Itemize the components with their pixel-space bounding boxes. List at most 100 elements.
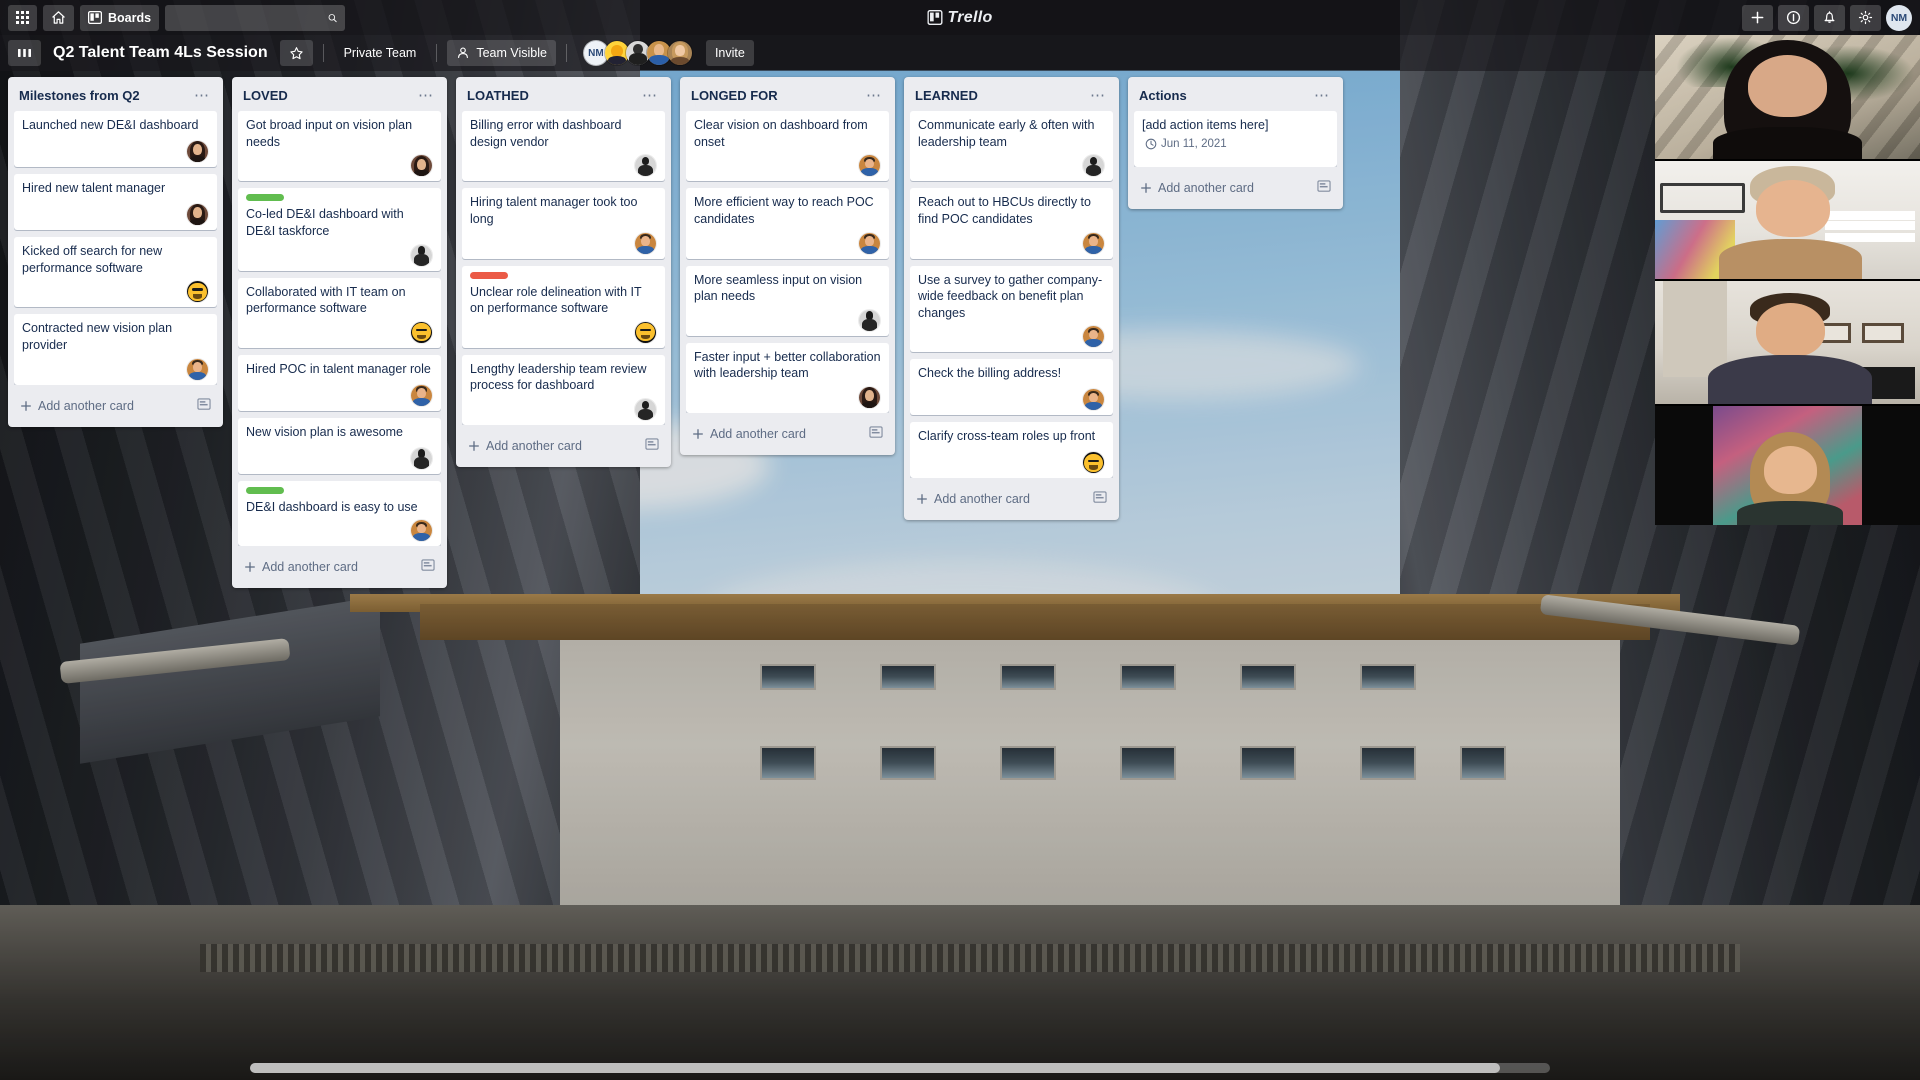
add-another-card-button[interactable]: Add another card (686, 419, 889, 449)
card[interactable]: More efficient way to reach POC candidat… (686, 188, 889, 259)
card-member-avatar[interactable] (858, 231, 881, 255)
star-board-button[interactable] (279, 40, 313, 66)
list-title[interactable]: Actions (1139, 88, 1312, 103)
list-menu-icon[interactable]: ⋯ (416, 88, 436, 103)
card-member-avatar[interactable] (410, 446, 433, 470)
card-member-avatar[interactable] (858, 308, 881, 332)
notifications-button[interactable] (1814, 4, 1845, 31)
card[interactable]: Unclear role delineation with IT on perf… (462, 265, 665, 348)
card-member-avatar[interactable] (634, 154, 657, 178)
card[interactable]: Faster input + better collaboration with… (686, 342, 889, 413)
invite-button[interactable]: Invite (705, 40, 754, 66)
card-footer (918, 384, 1105, 412)
card-member-avatar[interactable] (186, 280, 209, 304)
team-name-label[interactable]: Private Team (334, 46, 427, 60)
card-member-avatar[interactable] (634, 231, 657, 255)
card-template-button[interactable] (421, 559, 435, 575)
card-member-avatar[interactable] (410, 154, 433, 178)
list-menu-icon[interactable]: ⋯ (192, 88, 212, 103)
card[interactable]: Hiring talent manager took too long (462, 188, 665, 259)
video-tile-participant-1[interactable] (1655, 35, 1920, 160)
list-menu-icon[interactable]: ⋯ (1088, 88, 1108, 103)
add-another-card-button[interactable]: Add another card (910, 484, 1113, 514)
card-member-avatar[interactable] (410, 519, 433, 543)
card[interactable]: Lengthy leadership team review process f… (462, 354, 665, 425)
card[interactable]: Contracted new vision plan provider (14, 314, 217, 385)
card-footer (1142, 159, 1329, 163)
card[interactable]: Reach out to HBCUs directly to find POC … (910, 188, 1113, 259)
card[interactable]: Launched new DE&I dashboard (14, 111, 217, 167)
card-member-avatar[interactable] (1082, 451, 1105, 475)
card-member-avatar[interactable] (1082, 231, 1105, 255)
card[interactable]: More seamless input on vision plan needs (686, 265, 889, 336)
card-member-avatar[interactable] (634, 320, 657, 344)
card-member-avatar[interactable] (1082, 154, 1105, 178)
add-another-card-button[interactable]: Add another card (14, 391, 217, 421)
settings-button[interactable] (1850, 4, 1881, 31)
list-title[interactable]: Milestones from Q2 (19, 88, 192, 103)
add-another-card-button[interactable]: Add another card (462, 431, 665, 461)
card[interactable]: Check the billing address! (910, 359, 1113, 416)
card-template-button[interactable] (645, 438, 659, 454)
list-title[interactable]: LOVED (243, 88, 416, 103)
card-member-avatar[interactable] (1082, 388, 1105, 412)
member-avatar[interactable] (666, 40, 693, 66)
info-button[interactable] (1778, 4, 1809, 31)
card-template-button[interactable] (1317, 180, 1331, 196)
video-tile-participant-3[interactable] (1655, 281, 1920, 404)
card-member-avatar[interactable] (410, 383, 433, 407)
add-another-card-button[interactable]: Add another card (1134, 173, 1337, 203)
card[interactable]: Collaborated with IT team on performance… (238, 277, 441, 348)
card[interactable]: Got broad input on vision plan needs (238, 111, 441, 182)
list-menu-icon[interactable]: ⋯ (640, 88, 660, 103)
template-card-icon (197, 397, 211, 410)
card-member-avatar[interactable] (1082, 325, 1105, 349)
scrollbar-thumb[interactable] (250, 1063, 1500, 1073)
card-member-avatar[interactable] (410, 243, 433, 267)
add-another-card-button[interactable]: Add another card (238, 552, 441, 582)
card-member-avatar[interactable] (858, 386, 881, 409)
list-menu-icon[interactable]: ⋯ (1312, 88, 1332, 103)
card[interactable]: New vision plan is awesome (238, 417, 441, 474)
card[interactable]: Clarify cross-team roles up front (910, 422, 1113, 479)
card-template-button[interactable] (1093, 491, 1107, 507)
card[interactable]: Clear vision on dashboard from onset (686, 111, 889, 182)
card[interactable]: Billing error with dashboard design vend… (462, 111, 665, 182)
user-avatar[interactable]: NM (1886, 4, 1912, 31)
search-box[interactable] (165, 4, 346, 31)
card-member-avatar[interactable] (186, 203, 209, 226)
card-member-avatar[interactable] (186, 357, 209, 381)
home-button[interactable] (43, 4, 74, 31)
card-footer (918, 228, 1105, 255)
card[interactable]: DE&I dashboard is easy to use (238, 480, 441, 547)
card-member-avatar[interactable] (858, 154, 881, 178)
card-member-avatar[interactable] (634, 398, 657, 421)
card[interactable]: Kicked off search for new performance so… (14, 237, 217, 308)
list-menu-icon[interactable]: ⋯ (864, 88, 884, 103)
search-input[interactable] (173, 10, 329, 25)
card-template-button[interactable] (869, 426, 883, 442)
card-template-button[interactable] (197, 397, 211, 414)
video-tile-participant-4[interactable] (1655, 405, 1920, 525)
boards-button[interactable]: Boards (80, 4, 160, 31)
plus-icon (469, 441, 479, 451)
board-switcher-button[interactable] (8, 40, 41, 66)
trello-logo[interactable]: Trello (927, 9, 992, 27)
video-tile-participant-2[interactable] (1655, 161, 1920, 279)
list-title[interactable]: LOATHED (467, 88, 640, 103)
card-member-avatar[interactable] (410, 320, 433, 344)
card[interactable]: Communicate early & often with leadershi… (910, 111, 1113, 182)
apps-grid-button[interactable] (8, 4, 37, 31)
card-member-avatar[interactable] (186, 140, 209, 163)
card[interactable]: Hired new talent manager (14, 174, 217, 230)
card[interactable]: Use a survey to gather company-wide feed… (910, 265, 1113, 353)
card[interactable]: [add action items here] Jun 11, 2021 (1134, 111, 1337, 167)
card[interactable]: Hired POC in talent manager role (238, 354, 441, 411)
horizontal-scrollbar[interactable] (0, 1056, 1920, 1080)
list-title[interactable]: LONGED FOR (691, 88, 864, 103)
add-button[interactable] (1742, 4, 1773, 31)
due-date-badge[interactable]: Jun 11, 2021 (1142, 137, 1230, 151)
list-title[interactable]: LEARNED (915, 88, 1088, 103)
visibility-button[interactable]: Team Visible (447, 40, 556, 66)
card[interactable]: Co-led DE&I dashboard with DE&I taskforc… (238, 188, 441, 271)
